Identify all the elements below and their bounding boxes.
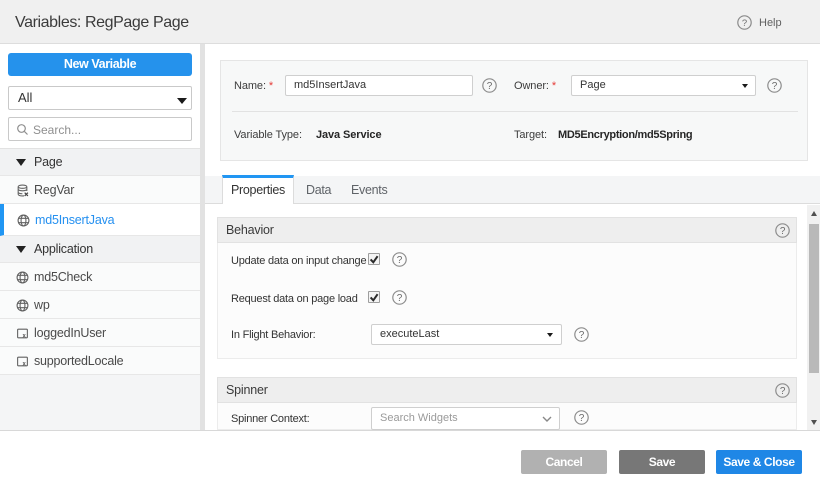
- svg-text:?: ?: [487, 81, 493, 92]
- svg-text:?: ?: [579, 413, 585, 424]
- svg-text:?: ?: [397, 255, 403, 266]
- svg-text:?: ?: [397, 293, 403, 304]
- svg-text:?: ?: [772, 81, 778, 92]
- svg-text:?: ?: [742, 18, 747, 29]
- svg-text:x: x: [23, 333, 27, 339]
- svg-text:?: ?: [780, 386, 786, 397]
- svg-text:x: x: [23, 361, 27, 367]
- svg-text:?: ?: [579, 330, 585, 341]
- svg-text:?: ?: [780, 226, 786, 237]
